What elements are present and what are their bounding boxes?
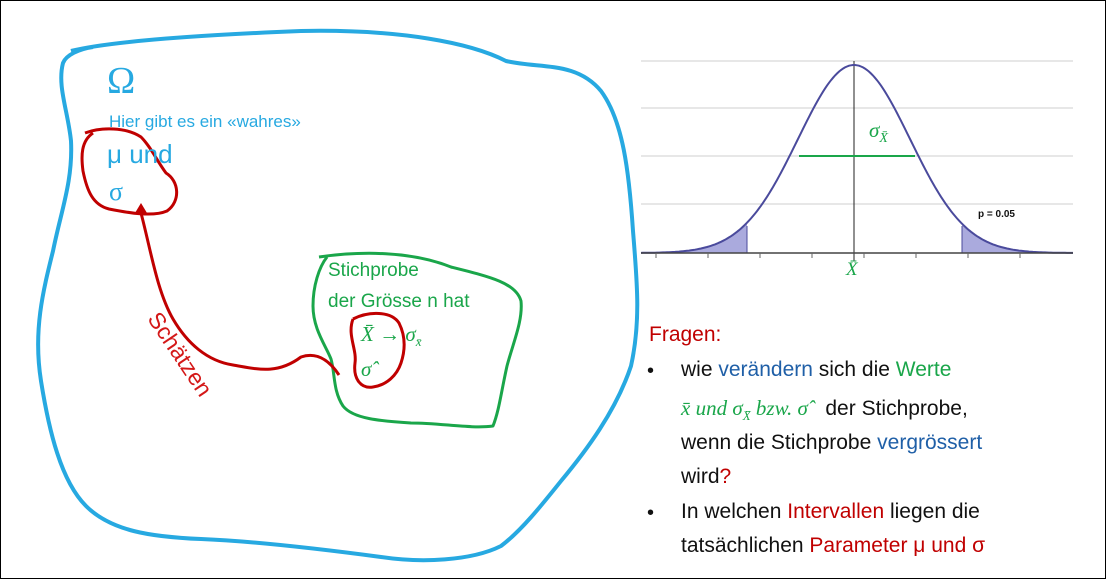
q1-formula-subscript: X̄ [742,408,751,424]
questions-heading: Fragen: [649,323,722,346]
normal-curve-diagram [640,60,1073,261]
sigma-xbar-symbol: σ [405,322,416,346]
sample-label-line2: der Grösse n hat [328,291,470,312]
sample-mean-formula: X̄ → σx̄ [361,322,421,350]
question1-line4: wird? [681,465,731,489]
sigma-xbar-subscript: x̄ [415,334,422,350]
mu-label: μ und [107,139,173,169]
q1-text: wenn die Stichprobe [681,431,878,454]
q1-question-mark: ? [719,465,732,488]
p-value-label: p = 0.05 [978,209,1015,220]
question2-line2: tatsächlichen Parameter μ und σ [681,534,985,558]
left-tail-area [641,222,747,253]
q1-highlight-values: Werte [895,358,952,381]
curve-sigma-label: σX̄ [869,118,888,147]
q1-text: sich die [812,358,896,381]
question2-line1: In welchen Intervallen liegen die [681,500,980,524]
bullet-1: • [647,360,655,382]
q1-text: der Stichprobe, [807,397,968,420]
question1-line2: x̄ und σX̄ bzw. σ̂ der Stichprobe, [681,396,968,424]
q1-text: wird [681,465,720,488]
sigma-label: σ [109,177,124,206]
q1-text: wie [681,358,719,381]
q2-text: In welchen [681,500,788,523]
q2-highlight-intervals: Intervallen [787,500,885,523]
sigma-hat-symbol: σ̂ [361,357,372,381]
omega-symbol: Ω [107,60,136,102]
q1-formula-main: x̄ und σ [681,396,743,420]
q1-highlight-enlarged: vergrössert [877,431,983,454]
bullet-2: • [647,502,655,524]
arrow-symbol: → [379,322,401,346]
question1-line1: wie verändern sich die Werte [681,358,951,382]
q2-text: tatsächlichen [681,534,810,557]
xbar-symbol: X̄ [361,322,374,346]
curve-sigma-subscript: X̄ [879,131,888,147]
q2-text: liegen die [884,500,980,523]
q2-highlight-parameters: Parameter μ und σ [809,534,986,557]
curve-axis-label: X̄ [846,259,858,280]
q1-highlight-change: verändern [718,358,813,381]
question1-line3: wenn die Stichprobe vergrössert [681,431,982,455]
q1-formula-rest: bzw. σ̂ [750,396,808,420]
slide: Ω Hier gibt es ein «wahres» μ und σ Schä… [0,0,1106,579]
q1-formula: x̄ und σX̄ bzw. σ̂ [681,396,808,424]
sample-label-line1: Stichprobe [328,260,419,281]
curve-sigma-symbol: σ [869,118,880,142]
population-statement: Hier gibt es ein «wahres» [109,112,301,131]
normal-curve [640,64,1073,254]
